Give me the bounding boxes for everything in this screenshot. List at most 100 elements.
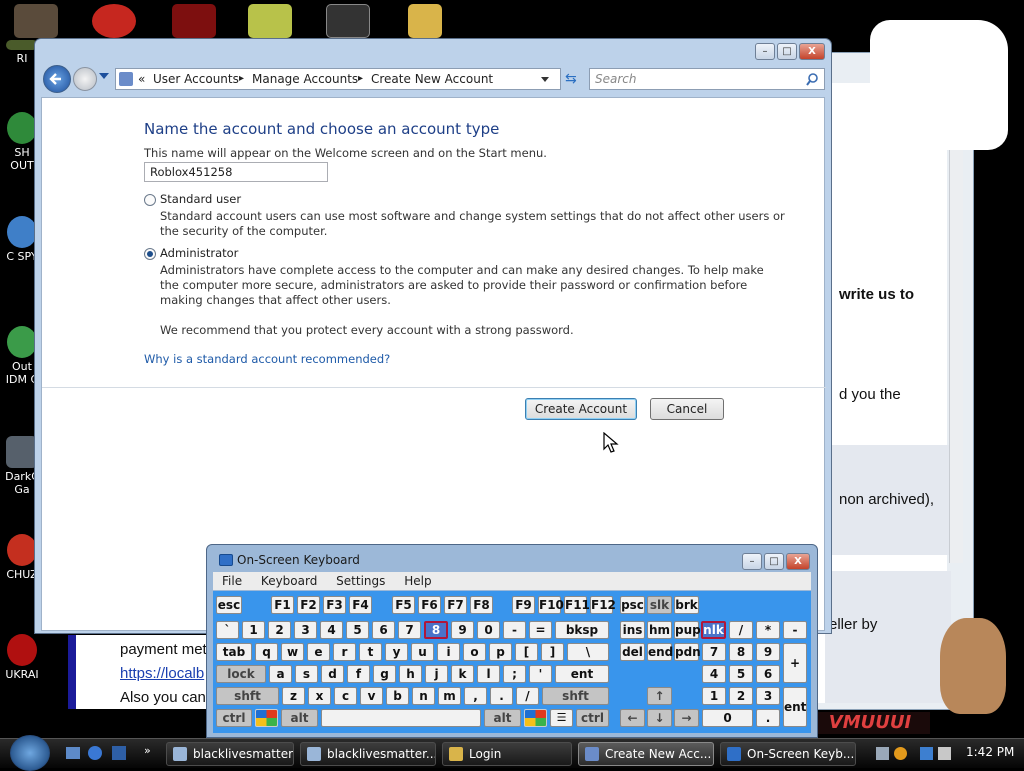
tray-display-icon[interactable] bbox=[920, 747, 933, 760]
desktop-icon-flash[interactable] bbox=[172, 4, 216, 38]
key-numpad-9[interactable]: 9 bbox=[756, 643, 780, 661]
key-pagedown[interactable]: pdn bbox=[674, 643, 701, 661]
account-name-input[interactable]: Roblox451258 bbox=[144, 162, 328, 182]
task-button[interactable]: On-Screen Keyb... bbox=[720, 742, 856, 766]
key-f6[interactable]: F6 bbox=[418, 596, 441, 614]
key-p[interactable]: p bbox=[489, 643, 512, 661]
key-numpad-2[interactable]: 2 bbox=[729, 687, 753, 705]
key-capslock[interactable]: lock bbox=[216, 665, 266, 683]
bg-link[interactable]: https://localb bbox=[120, 665, 204, 682]
key-numpad-minus[interactable]: - bbox=[783, 621, 807, 639]
menu-settings[interactable]: Settings bbox=[336, 574, 385, 588]
key-o[interactable]: o bbox=[463, 643, 486, 661]
key-c[interactable]: c bbox=[334, 687, 357, 705]
key-2[interactable]: 2 bbox=[268, 621, 291, 639]
key-f8[interactable]: F8 bbox=[470, 596, 493, 614]
key-up-arrow[interactable]: ↑ bbox=[647, 687, 672, 705]
desktop-icon-hxd[interactable] bbox=[248, 4, 292, 38]
key-right-alt[interactable]: alt bbox=[484, 709, 521, 727]
key-f3[interactable]: F3 bbox=[323, 596, 346, 614]
tray-network-icon[interactable] bbox=[876, 747, 889, 760]
osk-maximize-button[interactable]: □ bbox=[764, 553, 784, 570]
key-tab[interactable]: tab bbox=[216, 643, 252, 661]
key-7[interactable]: 7 bbox=[398, 621, 421, 639]
key-numpad-4[interactable]: 4 bbox=[702, 665, 726, 683]
on-screen-keyboard-window[interactable]: On-Screen Keyboard – □ X File Keyboard S… bbox=[206, 544, 818, 738]
key-left-shift[interactable]: shft bbox=[216, 687, 279, 705]
menu-help[interactable]: Help bbox=[404, 574, 431, 588]
key-brk[interactable]: brk bbox=[674, 596, 699, 614]
key-slk[interactable]: slk bbox=[647, 596, 672, 614]
key-f12[interactable]: F12 bbox=[590, 596, 616, 614]
desktop-icon-raccoon[interactable] bbox=[14, 4, 58, 38]
key-f4[interactable]: F4 bbox=[349, 596, 372, 614]
standard-user-radio[interactable] bbox=[144, 194, 156, 206]
tray-search-icon[interactable] bbox=[894, 747, 907, 760]
key-numlock[interactable]: nlk bbox=[701, 621, 726, 639]
search-icon[interactable] bbox=[805, 72, 819, 86]
key-3[interactable]: 3 bbox=[294, 621, 317, 639]
key-4[interactable]: 4 bbox=[320, 621, 343, 639]
key-numpad-3[interactable]: 3 bbox=[756, 687, 780, 705]
key-right-arrow[interactable]: → bbox=[674, 709, 699, 727]
browser-quicklaunch-icon[interactable] bbox=[88, 746, 102, 760]
tray-volume-icon[interactable] bbox=[938, 747, 951, 760]
standard-account-help-link[interactable]: Why is a standard account recommended? bbox=[144, 352, 390, 366]
task-button[interactable]: blacklivesmatter... bbox=[300, 742, 436, 766]
key-1[interactable]: 1 bbox=[242, 621, 265, 639]
key-numpad-0[interactable]: 0 bbox=[702, 709, 753, 727]
minimize-button[interactable]: – bbox=[755, 43, 775, 60]
key-d[interactable]: d bbox=[321, 665, 344, 683]
key-left-bracket[interactable]: [ bbox=[515, 643, 538, 661]
key-pageup[interactable]: pup bbox=[674, 621, 701, 639]
key-menu-icon[interactable]: ☰ bbox=[550, 709, 573, 727]
close-button[interactable]: X bbox=[799, 43, 825, 60]
key-quote[interactable]: ' bbox=[529, 665, 552, 683]
key-f[interactable]: f bbox=[347, 665, 370, 683]
breadcrumb-user-accounts[interactable]: User Accounts bbox=[153, 69, 239, 89]
standard-user-label[interactable]: Standard user bbox=[160, 192, 241, 207]
key-psc[interactable]: psc bbox=[620, 596, 645, 614]
key-l[interactable]: l bbox=[477, 665, 500, 683]
back-button[interactable] bbox=[43, 65, 71, 93]
key-enter[interactable]: ent bbox=[555, 665, 609, 683]
key-numpad-1[interactable]: 1 bbox=[702, 687, 726, 705]
key-numpad-7[interactable]: 7 bbox=[702, 643, 726, 661]
scrollbar[interactable] bbox=[949, 83, 963, 563]
key-k[interactable]: k bbox=[451, 665, 474, 683]
desktop-icon-ukrai[interactable]: UKRAI bbox=[2, 634, 42, 681]
switch-windows-icon[interactable] bbox=[112, 746, 126, 760]
administrator-radio[interactable] bbox=[144, 248, 156, 260]
key-x[interactable]: x bbox=[308, 687, 331, 705]
osk-minimize-button[interactable]: – bbox=[742, 553, 762, 570]
menu-file[interactable]: File bbox=[222, 574, 242, 588]
key-numpad-plus[interactable]: + bbox=[783, 643, 807, 683]
key-f1[interactable]: F1 bbox=[271, 596, 294, 614]
key-f9[interactable]: F9 bbox=[512, 596, 535, 614]
key-v[interactable]: v bbox=[360, 687, 383, 705]
maximize-button[interactable]: □ bbox=[777, 43, 797, 60]
key-numpad-enter[interactable]: ent bbox=[783, 687, 807, 727]
breadcrumb-manage-accounts[interactable]: Manage Accounts bbox=[252, 69, 358, 89]
show-desktop-icon[interactable] bbox=[66, 747, 80, 759]
key-backslash[interactable]: \ bbox=[567, 643, 609, 661]
key-q[interactable]: q bbox=[255, 643, 278, 661]
key-period[interactable]: . bbox=[490, 687, 513, 705]
clock[interactable]: 1:42 PM bbox=[966, 745, 1014, 759]
osk-close-button[interactable]: X bbox=[786, 553, 810, 570]
key-esc[interactable]: esc bbox=[216, 596, 242, 614]
task-button[interactable]: blacklivesmatter... bbox=[166, 742, 294, 766]
key-0[interactable]: 0 bbox=[477, 621, 500, 639]
key-n[interactable]: n bbox=[412, 687, 435, 705]
key-8[interactable]: 8 bbox=[424, 621, 448, 639]
key-r[interactable]: r bbox=[333, 643, 356, 661]
address-dropdown-icon[interactable] bbox=[541, 77, 549, 82]
desktop-icon-cmd[interactable] bbox=[326, 4, 370, 38]
forward-button[interactable] bbox=[73, 67, 97, 91]
key-numpad-multiply[interactable]: * bbox=[756, 621, 780, 639]
key-delete[interactable]: del bbox=[620, 643, 645, 661]
key-numpad-6[interactable]: 6 bbox=[756, 665, 780, 683]
key-f2[interactable]: F2 bbox=[297, 596, 320, 614]
key-f7[interactable]: F7 bbox=[444, 596, 467, 614]
key-h[interactable]: h bbox=[399, 665, 422, 683]
